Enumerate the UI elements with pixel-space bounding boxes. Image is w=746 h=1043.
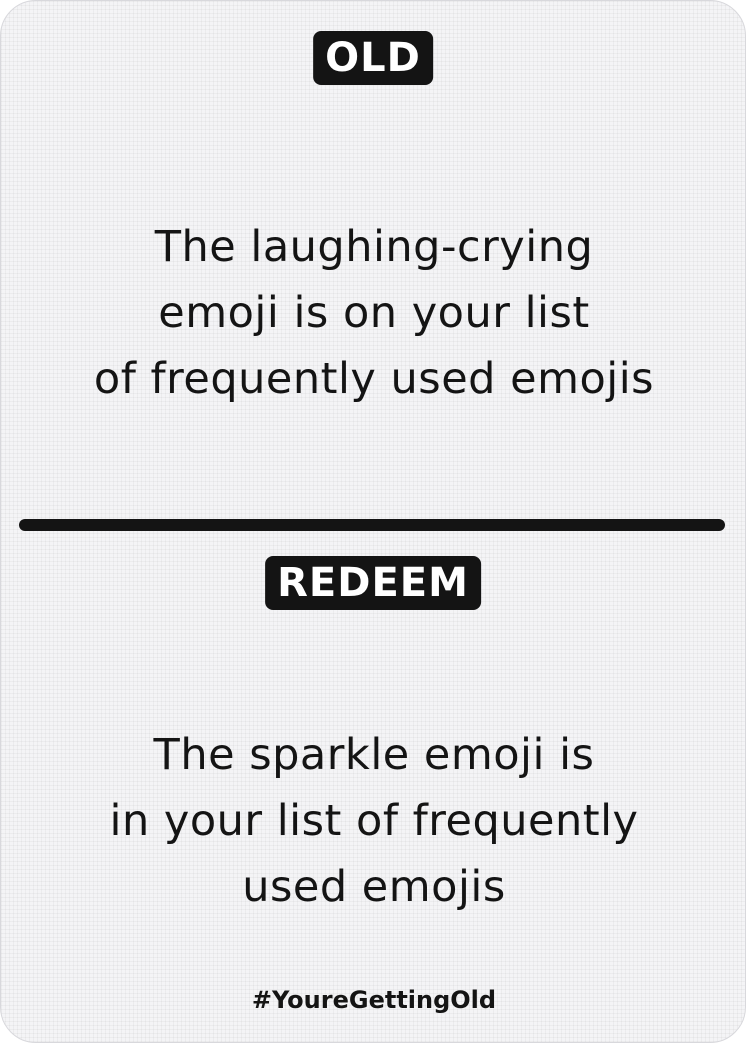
section-divider — [19, 519, 725, 531]
hashtag-footer: #YoureGettingOld — [251, 986, 497, 1014]
game-card: OLD The laughing-crying emoji is on your… — [0, 0, 746, 1043]
old-card-text: The laughing-crying emoji is on your lis… — [93, 222, 655, 404]
redeem-label-badge: REDEEM — [265, 556, 481, 610]
redeem-card-text: The sparkle emoji is in your list of fre… — [109, 730, 639, 912]
old-label-badge: OLD — [313, 31, 433, 85]
